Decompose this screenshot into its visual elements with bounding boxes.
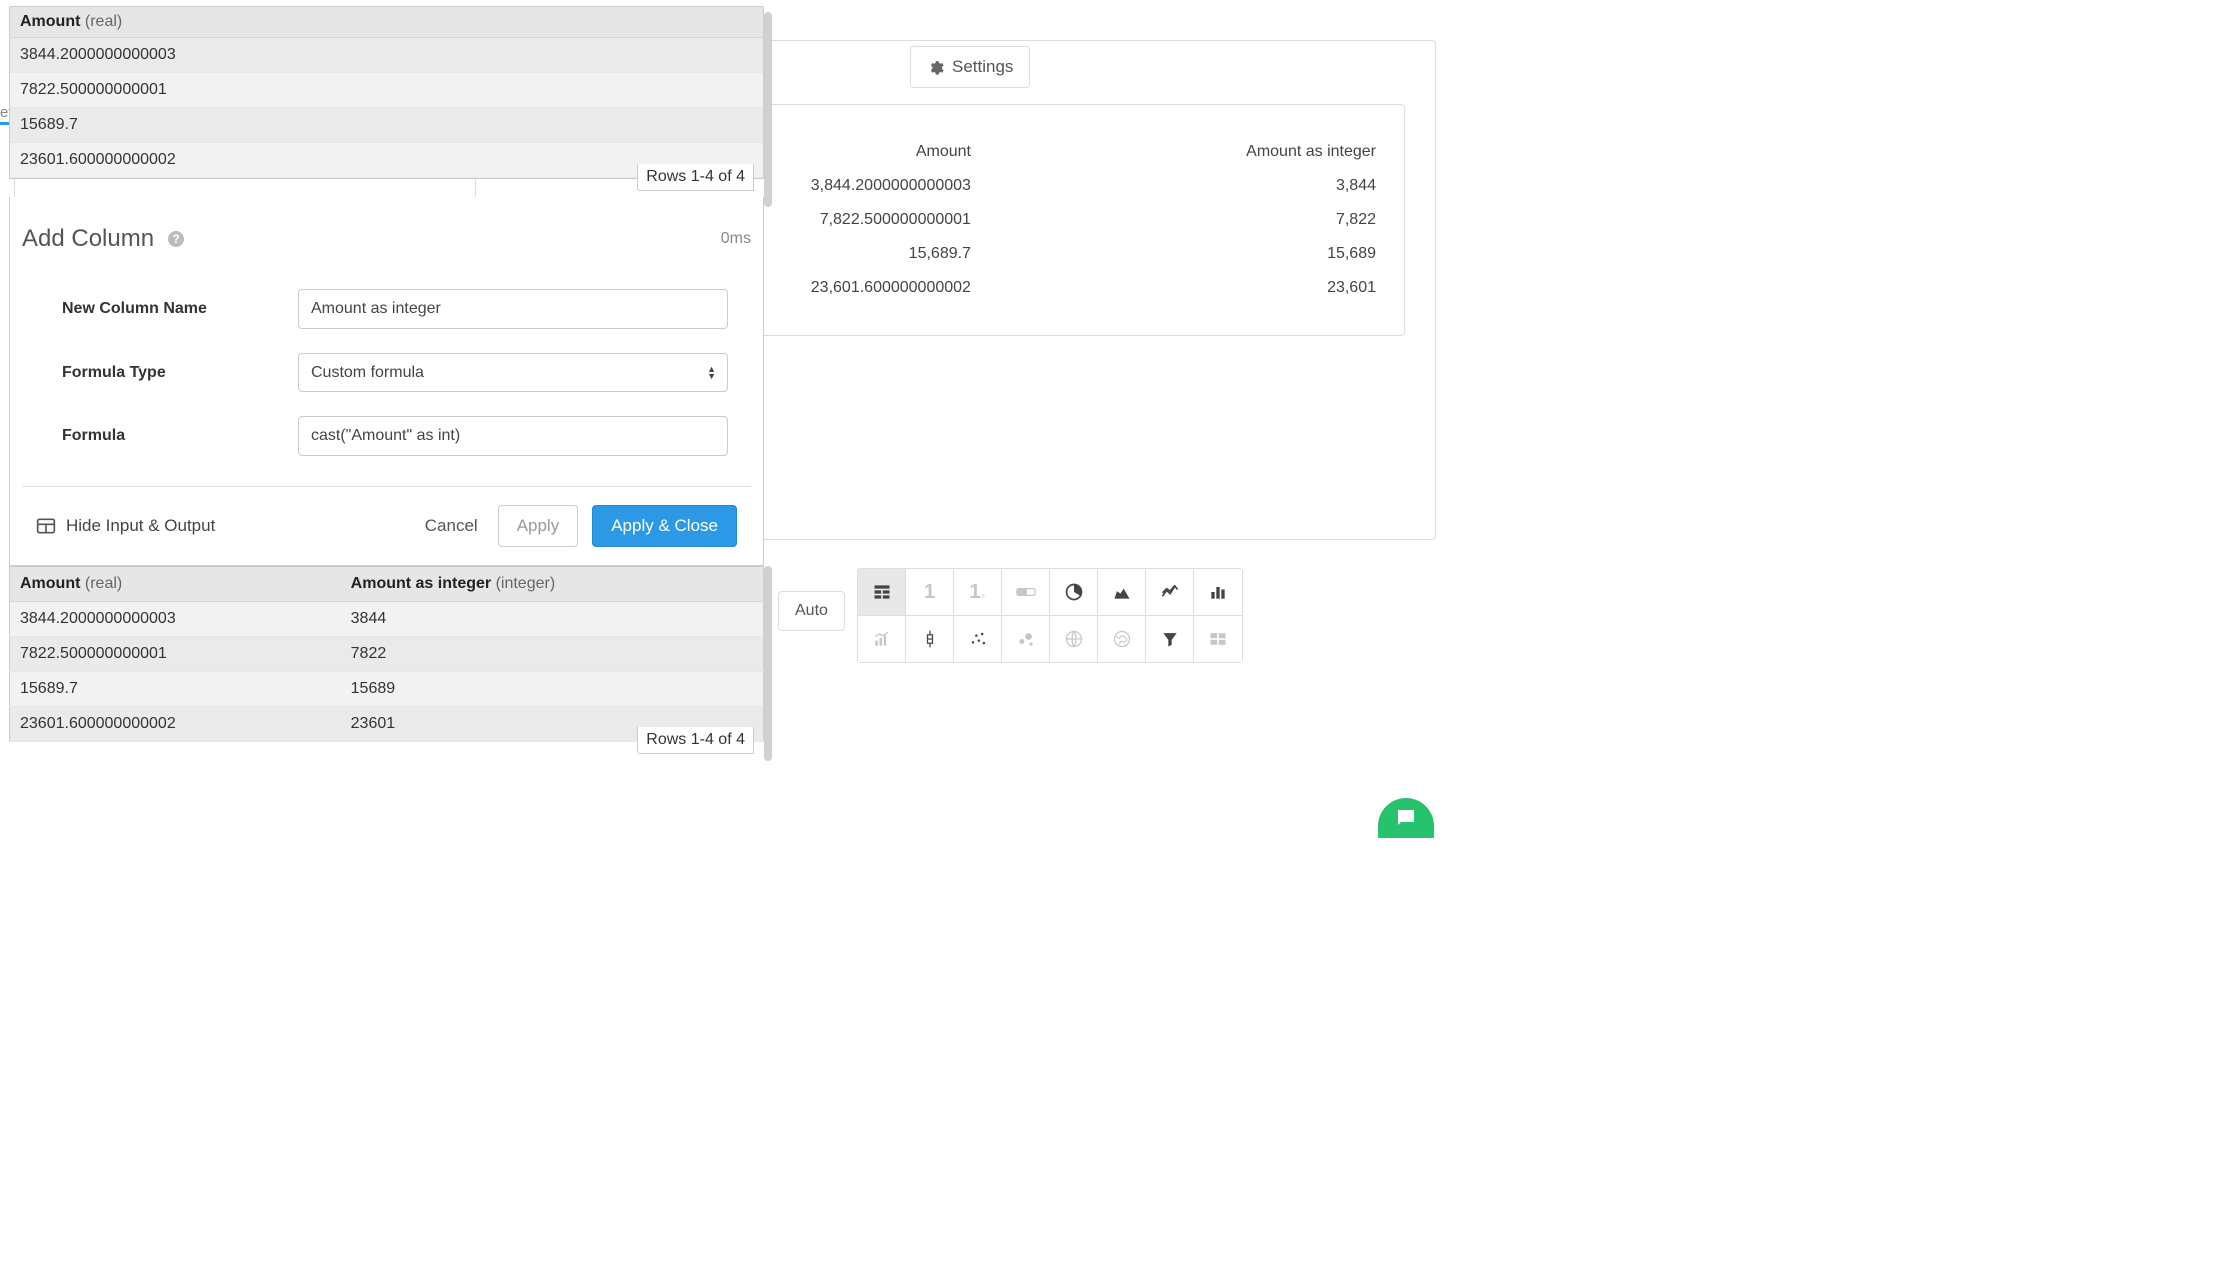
list-item: 3844.2000000000003	[10, 38, 763, 73]
column-name-label: New Column Name	[62, 300, 298, 318]
hide-io-toggle[interactable]: Hide Input & Output	[36, 516, 215, 536]
table-row: 7822.5000000000017822	[10, 637, 764, 672]
chart-boxplot-icon[interactable]	[906, 616, 954, 662]
auto-button[interactable]: Auto	[778, 591, 845, 631]
chart-scatter-icon[interactable]	[954, 616, 1002, 662]
add-column-dialog: Amount (real) 3844.2000000000003 7822.50…	[9, 6, 764, 742]
output-col2-header[interactable]: Amount as integer (integer)	[341, 567, 764, 602]
output-preview-table: Amount (real) Amount as integer (integer…	[9, 566, 764, 742]
chart-number-trend-icon[interactable]: 1▴	[954, 569, 1002, 615]
chart-bar-icon[interactable]	[1194, 569, 1242, 615]
formula-type-select[interactable]: Custom formula	[298, 353, 728, 392]
chart-pie-icon[interactable]	[1050, 569, 1098, 615]
chart-table-icon[interactable]	[858, 569, 906, 615]
cancel-button[interactable]: Cancel	[419, 506, 484, 546]
input-preview-table: Amount (real) 3844.2000000000003 7822.50…	[9, 6, 764, 179]
input-rows-counter: Rows 1-4 of 4	[637, 164, 754, 191]
list-item: 7822.500000000001	[10, 73, 763, 108]
output-rows-counter: Rows 1-4 of 4	[637, 727, 754, 754]
chart-cohort-icon[interactable]	[1194, 616, 1242, 662]
chart-number-icon[interactable]: 1	[906, 569, 954, 615]
input-col-header[interactable]: Amount (real)	[10, 7, 763, 38]
chart-type-toolbar: 1 1▴	[857, 568, 1243, 663]
dialog-title: Add Column ?	[22, 225, 184, 253]
elapsed-time: 0ms	[721, 230, 751, 248]
scrollbar[interactable]	[764, 12, 772, 207]
chart-choropleth-icon[interactable]	[1098, 616, 1146, 662]
settings-label: Settings	[952, 57, 1013, 77]
table-row: 15689.715689	[10, 672, 764, 707]
chart-globe-icon[interactable]	[1050, 616, 1098, 662]
gear-icon	[927, 59, 944, 76]
chart-combo-icon[interactable]	[858, 616, 906, 662]
help-icon[interactable]: ?	[168, 231, 184, 247]
column-name-input[interactable]	[298, 289, 728, 329]
formula-input[interactable]	[298, 416, 728, 456]
formula-label: Formula	[62, 427, 298, 445]
chart-progress-icon[interactable]	[1002, 569, 1050, 615]
table-row: 3844.20000000000033844	[10, 602, 764, 637]
apply-close-button[interactable]: Apply & Close	[592, 505, 737, 547]
list-item: 15689.7	[10, 108, 763, 143]
chart-bubble-icon[interactable]	[1002, 616, 1050, 662]
settings-button[interactable]: Settings	[910, 46, 1030, 88]
scrollbar[interactable]	[764, 566, 772, 761]
table-icon	[36, 517, 56, 535]
chat-launcher[interactable]	[1378, 798, 1434, 838]
chart-funnel-icon[interactable]	[1146, 616, 1194, 662]
chat-icon	[1394, 806, 1418, 830]
formula-type-label: Formula Type	[62, 364, 298, 382]
result-header-amount-int[interactable]: Amount as integer	[981, 135, 1386, 169]
output-col1-header[interactable]: Amount (real)	[10, 567, 341, 602]
chart-area-icon[interactable]	[1098, 569, 1146, 615]
chart-line-icon[interactable]	[1146, 569, 1194, 615]
apply-button[interactable]: Apply	[498, 505, 579, 547]
